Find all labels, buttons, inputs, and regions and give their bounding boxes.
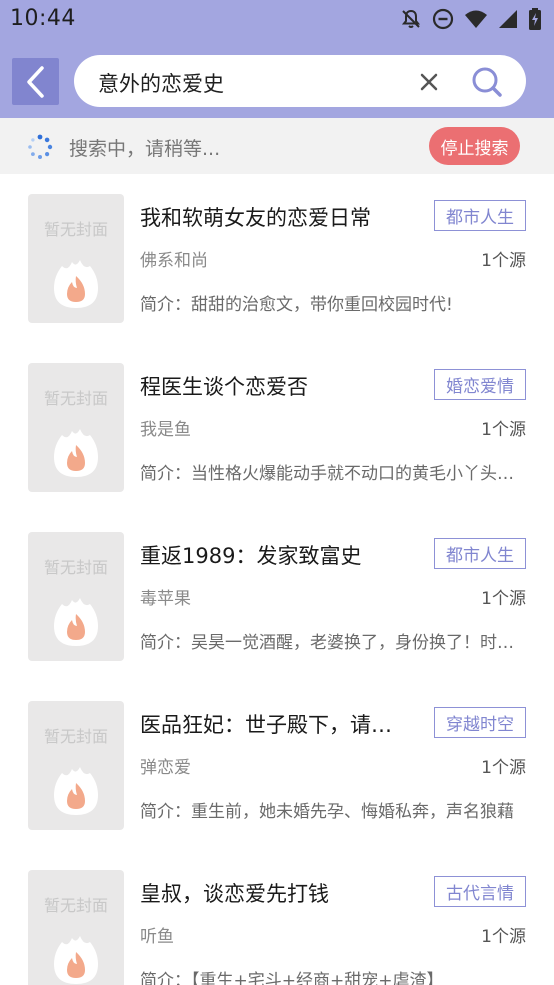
book-intro: 简介：当性格火爆能动手就不动口的黄毛小丫头遇上温文尔雅的程医生 (140, 464, 526, 484)
cover-placeholder-text: 暂无封面 (43, 220, 108, 239)
book-source-count: 1个源 (481, 251, 526, 271)
app-header: 10:44 意外的恋爱史 (0, 0, 554, 118)
book-source-count: 1个源 (481, 420, 526, 440)
book-cover: 暂无封面 (28, 532, 124, 661)
book-author: 佛系和尚 (140, 251, 208, 271)
chevron-left-icon (26, 65, 44, 98)
book-title: 程医生谈个恋爱否 (140, 375, 308, 399)
status-bar: 10:44 (0, 0, 554, 38)
notifications-off-icon (400, 8, 422, 30)
cover-placeholder-text: 暂无封面 (43, 558, 108, 577)
stop-search-button[interactable]: 停止搜索 (429, 127, 520, 165)
book-author: 毒苹果 (140, 589, 191, 609)
book-author: 听鱼 (140, 927, 174, 947)
loading-spinner-icon (28, 134, 53, 159)
battery-charging-icon (528, 8, 542, 30)
book-category-tag: 古代言情 (434, 876, 526, 907)
book-cover: 暂无封面 (28, 363, 124, 492)
book-cover: 暂无封面 (28, 701, 124, 830)
flame-icon (54, 260, 98, 308)
search-query[interactable]: 意外的恋爱史 (98, 68, 224, 98)
search-status-text: 搜索中，请稍等... (69, 138, 221, 160)
flame-icon (54, 429, 98, 477)
book-title: 我和软萌女友的恋爱日常 (140, 206, 371, 230)
flame-icon (54, 767, 98, 815)
signal-icon (498, 9, 518, 29)
list-item[interactable]: 暂无封面 程医生谈个恋爱否 婚恋爱情 我是鱼 1个源 简介：当性格火爆能动手就不… (0, 343, 554, 512)
book-intro: 简介：重生前，她未婚先孕、悔婚私奔，声名狼藉 (140, 802, 514, 822)
book-intro: 简介：吴昊一觉酒醒，老婆换了，身份换了！时代也变了 (140, 633, 526, 653)
book-author: 我是鱼 (140, 420, 191, 440)
status-icons (400, 8, 542, 30)
book-intro: 简介：【重生+宅斗+经商+甜宠+虐渣】 (140, 971, 444, 985)
do-not-disturb-icon (432, 8, 454, 30)
status-time: 10:44 (10, 6, 76, 31)
book-author: 弹恋爱 (140, 758, 191, 778)
book-category-tag: 穿越时空 (434, 707, 526, 738)
back-button[interactable] (12, 58, 59, 105)
book-category-tag: 都市人生 (434, 538, 526, 569)
wifi-icon (464, 9, 488, 29)
cover-placeholder-text: 暂无封面 (43, 896, 108, 915)
list-item[interactable]: 暂无封面 医品狂妃：世子殿下，请… 穿越时空 弹恋爱 1个源 简介：重生前，她未… (0, 681, 554, 850)
book-source-count: 1个源 (481, 758, 526, 778)
flame-icon (54, 598, 98, 646)
book-cover: 暂无封面 (28, 870, 124, 985)
flame-icon (54, 936, 98, 984)
book-cover: 暂无封面 (28, 194, 124, 323)
cover-placeholder-text: 暂无封面 (43, 389, 108, 408)
search-input[interactable]: 意外的恋爱史 (74, 55, 526, 107)
book-title: 重返1989：发家致富史 (140, 544, 362, 568)
list-item[interactable]: 暂无封面 我和软萌女友的恋爱日常 都市人生 佛系和尚 1个源 简介：甜甜的治愈文… (0, 174, 554, 343)
book-category-tag: 都市人生 (434, 200, 526, 231)
book-source-count: 1个源 (481, 927, 526, 947)
book-title: 皇叔，谈恋爱先打钱 (140, 882, 329, 906)
book-category-tag: 婚恋爱情 (434, 369, 526, 400)
book-source-count: 1个源 (481, 589, 526, 609)
list-item[interactable]: 暂无封面 皇叔，谈恋爱先打钱 古代言情 听鱼 1个源 简介：【重生+宅斗+经商+… (0, 850, 554, 985)
book-intro: 简介：甜甜的治愈文，带你重回校园时代! (140, 295, 453, 315)
search-icon[interactable] (470, 65, 504, 99)
cover-placeholder-text: 暂无封面 (43, 727, 108, 746)
list-item[interactable]: 暂无封面 重返1989：发家致富史 都市人生 毒苹果 1个源 简介：吴昊一觉酒醒… (0, 512, 554, 681)
book-title: 医品狂妃：世子殿下，请… (140, 713, 392, 737)
clear-icon[interactable] (418, 71, 440, 93)
